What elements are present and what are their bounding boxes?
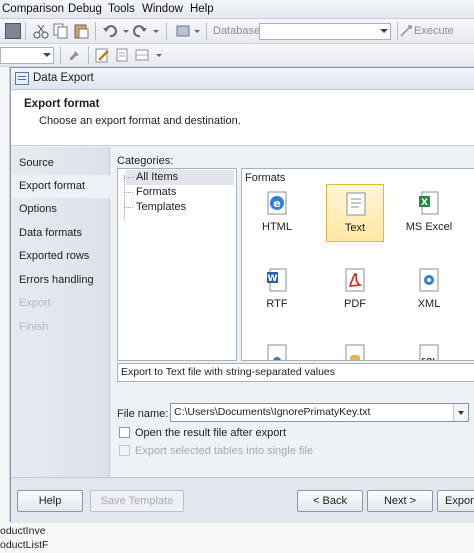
file-name-label: File name:	[117, 408, 169, 420]
redo-icon[interactable]	[132, 23, 148, 39]
svg-text:X: X	[421, 198, 428, 208]
text-file-icon	[344, 191, 368, 217]
open-after-export-checkbox[interactable]	[119, 427, 130, 438]
tree-item-product-inventory[interactable]: oductInve	[0, 525, 46, 537]
wizard-steps: Source Export format Options Data format…	[11, 147, 110, 477]
svg-text:e: e	[273, 197, 280, 210]
step-export: Export	[19, 297, 51, 309]
object-explorer-bottom: oductInve oductListF	[0, 522, 474, 553]
database-select[interactable]	[259, 23, 391, 40]
export-button[interactable]: Export	[437, 490, 474, 512]
step-exported-rows[interactable]: Exported rows	[11, 245, 110, 268]
step-data-formats[interactable]: Data formats	[11, 222, 110, 245]
menu-help[interactable]: Help	[190, 3, 214, 15]
format-label: XML	[417, 298, 441, 310]
connection-icon[interactable]	[175, 23, 191, 39]
categories-label: Categories:	[117, 155, 174, 167]
open-after-export-label[interactable]: Open the result file after export	[135, 427, 286, 439]
page-title: Export format	[24, 98, 100, 110]
wizard-content: Categories: All Items Formats Templates …	[111, 147, 474, 477]
categories-tree: All Items Formats Templates	[117, 168, 237, 361]
format-pdf[interactable]: PDF	[326, 261, 384, 319]
format-label: MS Excel	[405, 221, 453, 233]
database-file-icon	[343, 343, 367, 360]
edit-icon[interactable]	[94, 47, 110, 63]
pin-icon[interactable]	[67, 47, 83, 63]
format-html[interactable]: e HTML	[248, 184, 306, 242]
save-template-button: Save Template	[90, 490, 184, 512]
excel-file-icon: X	[417, 190, 441, 216]
file-name-value: C:\Users\Documents\IgnorePrimatyKey.txt	[174, 406, 371, 418]
execute-icon[interactable]	[398, 23, 414, 39]
dialog-titlebar[interactable]: Data Export	[11, 68, 474, 90]
paste-icon[interactable]	[73, 23, 89, 39]
category-templates[interactable]: Templates	[123, 200, 186, 215]
grid-icon[interactable]	[134, 47, 150, 63]
category-formats[interactable]: Formats	[123, 185, 176, 200]
next-button[interactable]: Next >	[367, 490, 433, 512]
step-options[interactable]: Options	[11, 198, 110, 221]
category-all-items[interactable]: All Items	[124, 170, 234, 185]
database-label: Database	[213, 25, 261, 37]
step-source[interactable]: Source	[11, 152, 110, 175]
main-toolbar: Database Execute	[0, 19, 474, 44]
pdf-file-icon	[343, 267, 367, 293]
cut-icon[interactable]	[33, 23, 49, 39]
document-icon[interactable]	[114, 47, 130, 63]
page-subtitle: Choose an export format and destination.	[39, 115, 241, 127]
format-description: Export to Text file with string-separate…	[117, 363, 474, 382]
data-export-icon	[15, 72, 29, 85]
html-file-icon: e	[265, 190, 289, 216]
format-sql[interactable]: SQL	[400, 337, 458, 361]
menu-comparison[interactable]: Comparison	[2, 3, 64, 15]
tools-dropdown-icon[interactable]	[155, 47, 171, 63]
sql-file-icon: SQL	[417, 343, 441, 361]
back-button[interactable]: < Back	[297, 490, 363, 512]
undo-icon[interactable]	[102, 23, 118, 39]
wizard-header: Export format Choose an export format an…	[11, 90, 474, 146]
formats-panel: Formats e HTML Text X MS Excel W RTF PDF…	[241, 168, 474, 361]
single-file-label: Export selected tables into single file	[135, 445, 313, 457]
document-file-icon	[265, 343, 289, 360]
step-errors-handling[interactable]: Errors handling	[11, 269, 110, 292]
format-label: HTML	[262, 221, 292, 233]
file-name-field[interactable]: C:\Users\Documents\IgnorePrimatyKey.txt	[170, 403, 469, 422]
svg-text:SQL: SQL	[421, 357, 437, 361]
format-label: Text	[344, 222, 366, 234]
menu-window[interactable]: Window	[142, 3, 183, 15]
format-database[interactable]	[326, 337, 384, 360]
wizard-button-bar: Help Save Template < Back Next > Export	[11, 477, 474, 523]
format-text[interactable]: Text	[326, 184, 384, 242]
format-rtf[interactable]: W RTF	[248, 261, 306, 319]
step-finish: Finish	[19, 321, 49, 333]
xml-file-icon	[417, 267, 441, 293]
help-button[interactable]: Help	[17, 490, 83, 512]
copy-icon[interactable]	[53, 23, 69, 39]
execute-button[interactable]: Execute	[414, 25, 454, 37]
object-explorer-edge	[0, 67, 10, 553]
format-ms-excel[interactable]: X MS Excel	[400, 184, 458, 242]
format-label: PDF	[344, 298, 366, 310]
svg-text:W: W	[268, 274, 278, 284]
dialog-title: Data Export	[33, 72, 94, 84]
file-name-dropdown-button[interactable]	[453, 404, 468, 421]
step-export-format[interactable]: Export format	[11, 175, 110, 198]
save-icon[interactable]	[5, 23, 21, 39]
context-select[interactable]	[0, 47, 54, 64]
tree-item-product-list[interactable]: oductListF	[0, 539, 48, 551]
single-file-checkbox	[119, 445, 130, 456]
format-xml[interactable]: XML	[400, 261, 458, 319]
formats-label: Formats	[245, 172, 286, 184]
format-document[interactable]	[248, 337, 306, 360]
menu-bar: Comparison Debug Tools Window Help	[0, 0, 474, 19]
menu-debug[interactable]: Debug	[68, 3, 102, 15]
menu-tools[interactable]: Tools	[108, 3, 135, 15]
rtf-file-icon: W	[265, 267, 289, 293]
data-export-dialog: Data Export Export format Choose an expo…	[10, 67, 474, 523]
format-label: RTF	[266, 298, 288, 310]
secondary-toolbar	[0, 44, 474, 67]
